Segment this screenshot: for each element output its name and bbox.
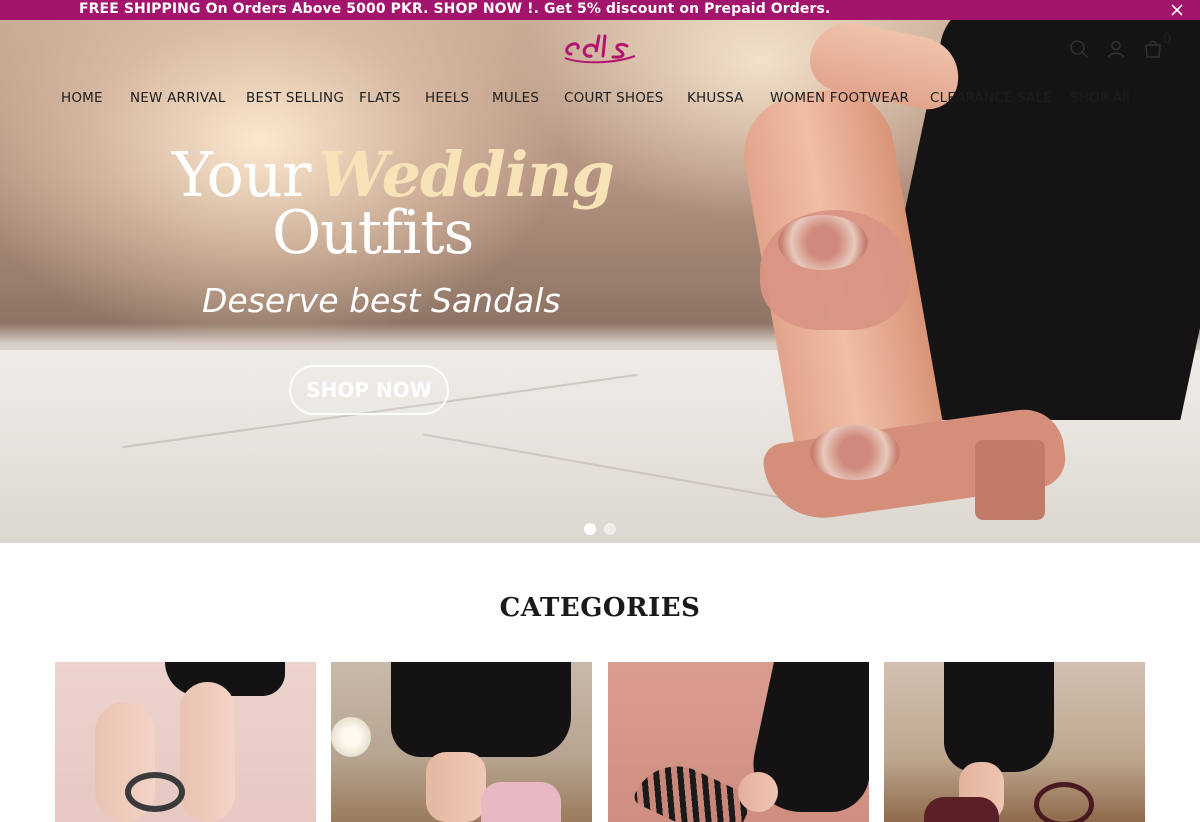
cart-icon[interactable] [1142,38,1164,60]
category-image-shoe [924,797,999,822]
category-image-shoe [481,782,561,822]
slider-dot-1[interactable] [584,523,596,535]
sandal-heel-image [975,440,1045,520]
category-tile[interactable] [55,662,316,822]
category-image-shoe [1034,782,1094,822]
category-tile[interactable] [884,662,1145,822]
nav-item-heels[interactable]: HEELS [425,90,469,106]
category-image-leg [426,752,486,822]
nav-item-khussa[interactable]: KHUSSA [687,90,744,106]
search-icon[interactable] [1068,38,1090,60]
nav-item-women-footwear[interactable]: WOMEN FOOTWEAR [770,90,909,106]
category-image-shoe [125,772,185,812]
nav-item-mules[interactable]: MULES [492,90,539,106]
shop-now-button[interactable]: SHOP NOW [289,365,449,415]
nav-item-flats[interactable]: FLATS [359,90,401,106]
sandal-bow-image [810,425,900,480]
category-image-flowers [331,717,371,757]
nav-item-best-selling[interactable]: BEST SELLING [246,90,344,106]
cart-count-badge: 0 [1163,32,1172,47]
sandal-bow-image [778,215,868,270]
main-nav: HOME NEW ARRIVAL BEST SELLING FLATS HEEL… [0,90,1200,112]
nav-item-shop-all[interactable]: SHOP All [1070,90,1130,106]
nav-item-court-shoes[interactable]: COURT SHOES [564,90,664,106]
announcement-bar: FREE SHIPPING On Orders Above 5000 PKR. … [0,0,1200,20]
account-icon[interactable] [1105,38,1127,60]
category-tile[interactable] [331,662,592,822]
category-tile[interactable] [608,662,869,822]
announcement-text: FREE SHIPPING On Orders Above 5000 PKR. … [79,1,831,17]
brand-logo[interactable] [561,32,639,68]
close-icon[interactable] [1170,3,1184,17]
categories-heading: CATEGORIES [499,593,701,623]
nav-item-new-arrival[interactable]: NEW ARRIVAL [130,90,226,106]
category-image-leg [738,772,778,812]
slider-dot-2[interactable] [604,523,616,535]
category-image-pants [391,662,571,757]
hero-tagline: Deserve best Sandals [202,281,561,320]
nav-item-home[interactable]: HOME [61,90,103,106]
hero-headline-outfits: Outfits [272,198,474,268]
nav-item-clearance-sale[interactable]: CLEARANCE SALE [930,90,1052,106]
category-image-pants [944,662,1054,772]
category-image-leg [180,682,235,822]
